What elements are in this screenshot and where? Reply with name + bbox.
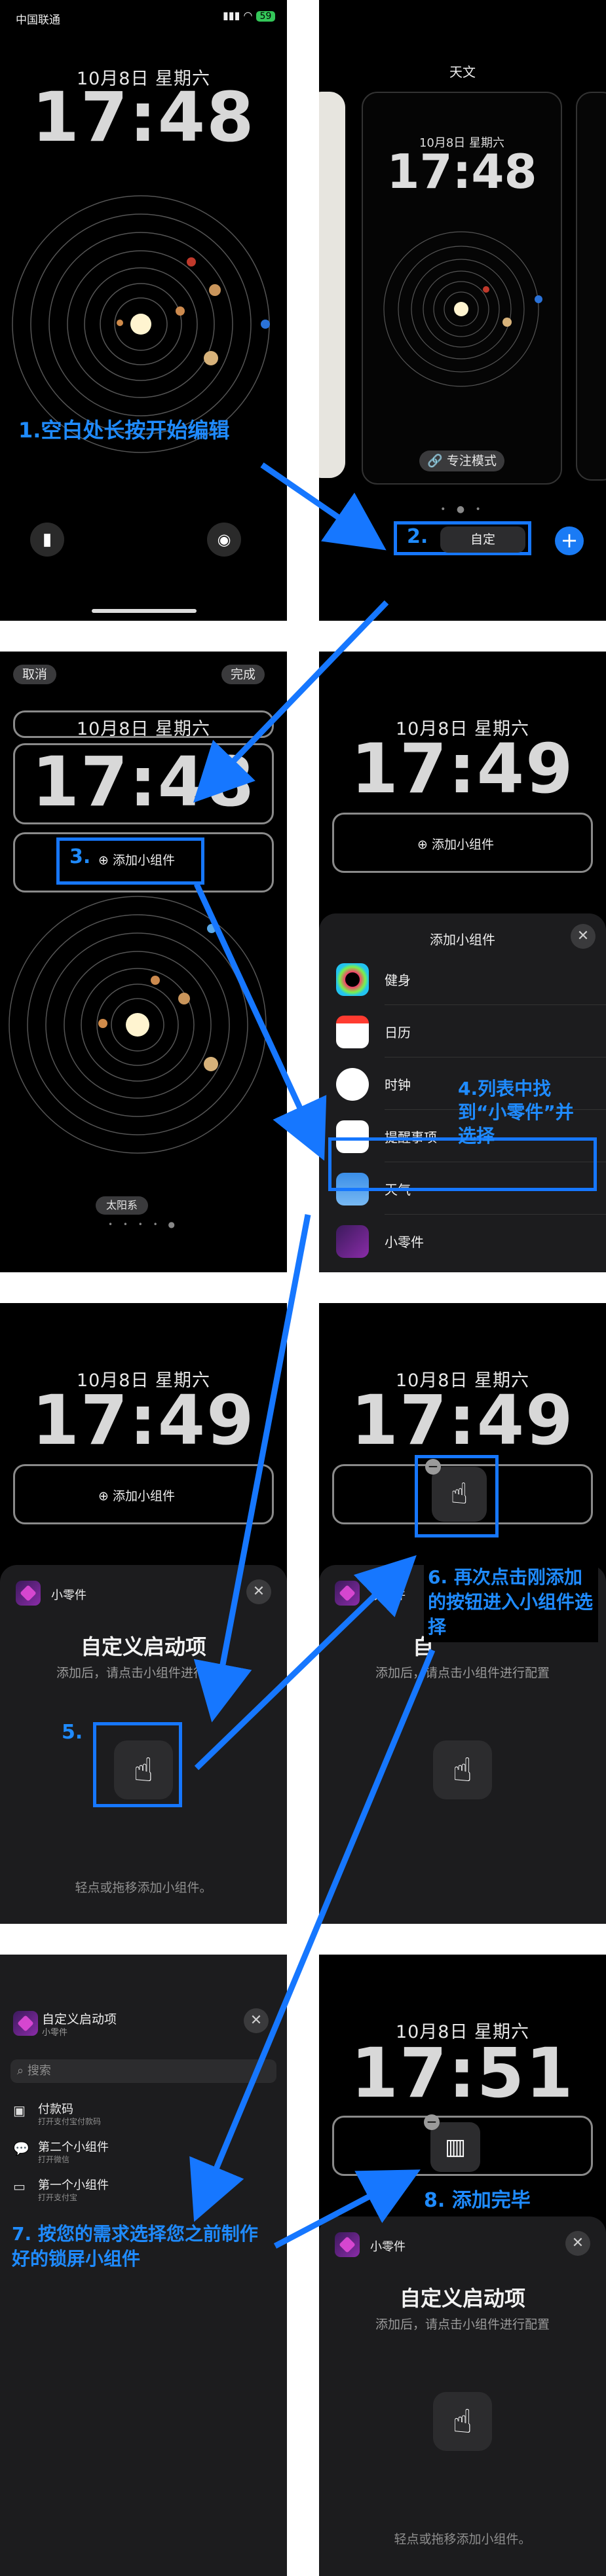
p5-time: 17:49 [31, 1380, 256, 1460]
close-icon[interactable]: ✕ [244, 2008, 269, 2033]
step3-label: 3. [69, 845, 91, 868]
current-wallpaper-card[interactable]: 10月8日 星期六 17:48 🔗 专注模式 [362, 92, 562, 485]
p6-time: 17:49 [350, 1380, 575, 1460]
battery-badge: 59 [256, 11, 276, 22]
search-icon: ⌕ [17, 2064, 24, 2078]
step8-annotation: 8. 添加完毕 [424, 2189, 531, 2212]
calendar-icon [336, 1016, 369, 1048]
panel-lockscreen: 中国联通 ▮▮▮ ◠ 59 10月8日 星期六 17:48 1.空白处长按开始编… [0, 0, 287, 621]
sheet-title: 自定义启动项 [80, 1634, 206, 1659]
cancel-button[interactable]: 取消 [13, 665, 56, 684]
option-first-widget[interactable]: ▭ 第一个小组件 打开支付宝 [10, 2173, 276, 2206]
gadgets-app-icon [335, 1581, 360, 1606]
sheet-subtitle: 添加后，请点击小组件进行配置 [56, 1666, 231, 1680]
step4-annotation: 4.列表中找到“小零件”并选择 [458, 1078, 574, 1147]
home-indicator [92, 609, 197, 613]
panel-add-widget-list: 10月8日 星期六 17:49 ⊕ 添加小组件 添加小组件 ✕ 健身 日历 时钟… [319, 652, 606, 1272]
panel-widget-added: 10月8日 星期六 17:49 ☝ − 小零件 自 添加后，请点击小组件进行配置… [319, 1303, 606, 1924]
sheet-footer: 轻点或拖移添加小组件。 [75, 1881, 212, 1895]
step1-annotation: 1.空白处长按开始编辑 [18, 418, 230, 443]
gadgets-app-icon [336, 1225, 369, 1258]
card-solar-system [383, 231, 542, 387]
p5-add-widget[interactable]: ⊕ 添加小组件 [98, 1486, 175, 1504]
carrier-label: 中国联通 [16, 14, 60, 27]
custom-launcher-widget[interactable]: ☝ [433, 2392, 492, 2451]
sheet-footer: 轻点或拖移添加小组件。 [394, 2532, 531, 2547]
flashlight-icon[interactable]: ▮ [30, 523, 64, 557]
gadgets-app-icon [13, 2011, 38, 2036]
step2-label: 2. [407, 525, 428, 548]
list-item-gadgets[interactable]: 小零件 [319, 1215, 606, 1267]
list-item[interactable]: 日历 [319, 1005, 606, 1058]
card-time: 17:48 [387, 144, 537, 199]
sheet-app-name: 小零件 [51, 1589, 86, 1602]
close-icon[interactable]: ✕ [571, 924, 596, 949]
sheet-app-name: 小零件 [370, 2240, 406, 2254]
next-wallpaper-card[interactable] [576, 92, 606, 481]
edit-time: 17:48 [31, 742, 256, 822]
qr-icon: ▣ [13, 2103, 26, 2118]
search-input[interactable]: ⌕ 搜索 [10, 2059, 276, 2083]
status-icons: ▮▮▮ ◠ 59 [223, 9, 276, 22]
sheet-subtitle: 添加后，请点击小组件进行配置 [375, 1666, 550, 1680]
p8-time: 17:51 [350, 2033, 575, 2113]
add-wallpaper-button[interactable]: + [555, 526, 584, 555]
edit-page-dots: • • • • ● [107, 1220, 180, 1229]
option-second-widget[interactable]: 💬 第二个小组件 打开微信 [10, 2135, 276, 2168]
p4-add-widget[interactable]: ⊕ 添加小组件 [417, 835, 494, 853]
step6-highlight [415, 1455, 499, 1537]
clock-icon [336, 1068, 369, 1101]
option-payment-code[interactable]: ▣ 付款码 打开支付宝付款码 [10, 2097, 276, 2130]
fitness-icon [336, 963, 369, 996]
select-app-name: 小零件 [42, 2028, 68, 2038]
panel-edit-lockscreen: 取消 完成 10月8日 星期六 17:48 3. ⊕ 添加小组件 太阳系 • •… [0, 652, 287, 1272]
focus-mode-pill[interactable]: 🔗 专注模式 [419, 451, 504, 471]
sheet-app-name: 小零件 [370, 1589, 406, 1602]
p8-sheet: 小零件 ✕ 自定义启动项 添加后，请点击小组件进行配置 ☝ 轻点或拖移添加小组件… [319, 2217, 606, 2576]
custom-launcher-widget[interactable]: ☝ [433, 1740, 492, 1799]
panel-gadgets-widget-picker: 10月8日 星期六 17:49 ⊕ 添加小组件 小零件 ✕ 自定义启动项 添加后… [0, 1303, 287, 1924]
customize-button[interactable]: 自定 [440, 526, 525, 553]
sheet-title: 添加小组件 [430, 932, 495, 948]
step5-highlight [93, 1722, 182, 1807]
select-title: 自定义启动项 [42, 2012, 117, 2027]
gallery-title: 天文 [449, 64, 476, 80]
edit-solar-system [9, 896, 267, 1154]
lock-time: 17:48 [31, 77, 256, 157]
page-dots: • ● • [440, 504, 485, 515]
camera-icon[interactable]: ◉ [207, 523, 241, 557]
close-icon[interactable]: ✕ [246, 1579, 271, 1604]
close-icon[interactable]: ✕ [565, 2231, 590, 2256]
wallpaper-badge: 太阳系 [96, 1196, 148, 1215]
sheet-subtitle: 添加后，请点击小组件进行配置 [375, 2317, 550, 2332]
prev-wallpaper-card[interactable] [319, 92, 345, 478]
p4-time: 17:49 [350, 729, 575, 809]
done-button[interactable]: 完成 [221, 665, 265, 684]
edit-date: 10月8日 星期六 [76, 719, 211, 739]
panel-select-widget: 自定义启动项 小零件 ✕ ⌕ 搜索 ▣ 付款码 打开支付宝付款码 💬 第二个小组… [0, 1955, 287, 2576]
add-widget-button[interactable]: ⊕ 添加小组件 [98, 851, 175, 868]
panel-wallpaper-gallery: 天文 10月8日 星期六 17:48 🔗 专注模式 • ● • 2. 自定 + [319, 0, 606, 621]
wechat-icon: 💬 [13, 2141, 29, 2156]
sheet-title: 自定义启动项 [399, 2286, 525, 2311]
wallet-icon: ▭ [13, 2179, 26, 2194]
step5-label: 5. [62, 1721, 83, 1744]
step7-annotation: 7. 按您的需求选择您之前制作好的锁屏小组件 [12, 2223, 258, 2270]
gadgets-app-icon [16, 1581, 41, 1606]
list-item[interactable]: 健身 [319, 953, 606, 1005]
added-barcode-widget[interactable]: ▥ [430, 2122, 480, 2172]
remove-widget-icon[interactable]: − [424, 2114, 440, 2130]
step6-annotation: 6. 再次点击刚添加的按钮进入小组件选择 [424, 1562, 598, 1642]
panel-finished: 10月8日 星期六 17:51 ▥ − 8. 添加完毕 小零件 ✕ 自定义启动项… [319, 1955, 606, 2576]
gadgets-app-icon [335, 2232, 360, 2257]
